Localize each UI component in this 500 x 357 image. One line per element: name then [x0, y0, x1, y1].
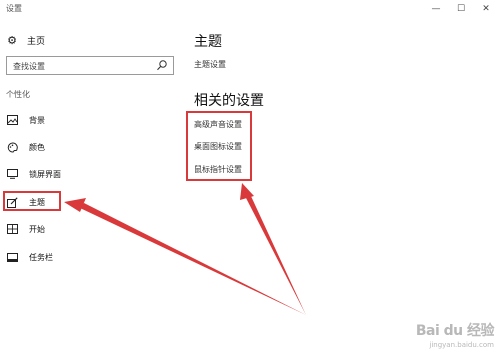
sidebar: ⚙ 主页 查找设置 个性化 背景 颜色 锁屏界面 主题 开始 任务栏 [0, 18, 180, 357]
sidebar-item-background[interactable]: 背景 [6, 112, 45, 128]
advanced-sound-settings-link[interactable]: 高级声音设置 [194, 119, 242, 130]
watermark-brand: Bai du 经验 [415, 323, 495, 339]
search-input[interactable]: 查找设置 [6, 56, 174, 75]
sidebar-item-lock-screen[interactable]: 锁屏界面 [6, 166, 61, 182]
theme-settings-link[interactable]: 主题设置 [194, 59, 226, 70]
title-bar: 设置 — ☐ ✕ [0, 0, 500, 18]
search-icon[interactable] [156, 59, 168, 72]
section-label-personalization: 个性化 [6, 90, 30, 99]
search-placeholder: 查找设置 [13, 62, 45, 71]
maximize-icon: ☐ [456, 4, 466, 14]
sidebar-item-label: 任务栏 [29, 252, 53, 262]
minimize-icon: — [431, 4, 441, 14]
home-label: 主页 [27, 36, 46, 47]
monitor-icon [6, 168, 18, 180]
maximize-button[interactable]: ☐ [449, 0, 473, 18]
main-content: 主题 主题设置 相关的设置 高级声音设置 桌面图标设置 鼠标指针设置 [180, 18, 500, 357]
sidebar-item-colors[interactable]: 颜色 [6, 139, 45, 155]
sidebar-home[interactable]: ⚙ 主页 [6, 32, 45, 48]
sidebar-item-start[interactable]: 开始 [6, 221, 45, 237]
gear-icon: ⚙ [7, 33, 17, 47]
start-grid-icon [6, 223, 18, 235]
mouse-pointer-settings-link[interactable]: 鼠标指针设置 [194, 164, 242, 175]
app-title: 设置 [6, 4, 22, 13]
palette-icon [6, 141, 18, 153]
related-settings-heading: 相关的设置 [194, 93, 264, 109]
sidebar-item-label: 锁屏界面 [29, 169, 61, 179]
sidebar-item-label: 主题 [29, 197, 45, 207]
close-icon: ✕ [482, 4, 490, 14]
minimize-button[interactable]: — [424, 0, 448, 18]
brush-icon [6, 196, 18, 208]
page-title: 主题 [194, 34, 222, 50]
taskbar-icon [6, 251, 18, 263]
sidebar-item-taskbar[interactable]: 任务栏 [6, 249, 53, 265]
sidebar-item-label: 背景 [29, 115, 45, 125]
close-button[interactable]: ✕ [474, 0, 498, 18]
watermark-url: jingyan.baidu.com [429, 341, 494, 349]
sidebar-item-themes[interactable]: 主题 [6, 194, 45, 210]
desktop-icon-settings-link[interactable]: 桌面图标设置 [194, 141, 242, 152]
sidebar-item-label: 颜色 [29, 142, 45, 152]
picture-icon [6, 114, 18, 126]
watermark: Bai du 经验 jingyan.baidu.com [415, 320, 495, 349]
sidebar-item-label: 开始 [29, 224, 45, 234]
